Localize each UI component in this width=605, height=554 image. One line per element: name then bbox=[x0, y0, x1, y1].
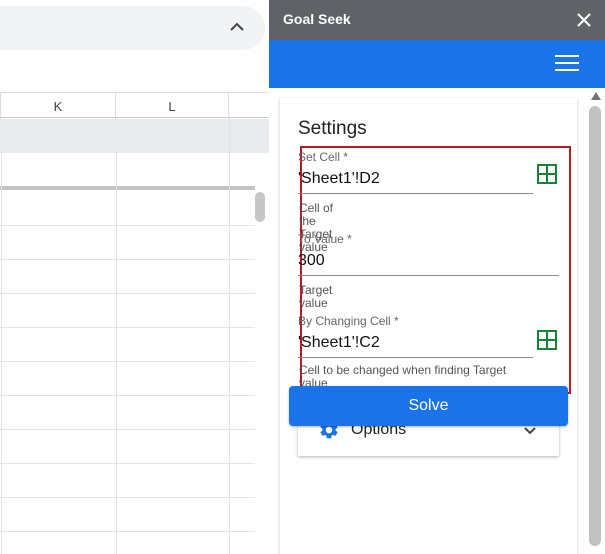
panel-scrollbar-thumb[interactable] bbox=[589, 106, 601, 546]
column-header-l[interactable]: L bbox=[116, 93, 229, 119]
grid-line bbox=[229, 118, 230, 554]
panel-scrollbar[interactable] bbox=[589, 92, 603, 554]
to-value-underline bbox=[298, 275, 559, 276]
scroll-up-arrow-icon[interactable] bbox=[591, 92, 601, 100]
grid-line bbox=[0, 395, 255, 396]
sheet-scrollbar-thumb[interactable] bbox=[255, 192, 265, 222]
freeze-divider[interactable] bbox=[0, 186, 255, 190]
goal-seek-panel: Goal Seek Settings Set Cell * 'Sheet1'!D… bbox=[269, 0, 605, 554]
to-value-field: To Value * 300 Target value bbox=[298, 232, 559, 310]
settings-card: Settings Set Cell * 'Sheet1'!D2 Cell of … bbox=[280, 98, 577, 554]
grid-line bbox=[0, 429, 255, 430]
grid-icon[interactable] bbox=[536, 329, 558, 351]
settings-heading: Settings bbox=[298, 118, 367, 139]
set-cell-label: Set Cell * bbox=[298, 150, 349, 164]
grid-line bbox=[0, 531, 255, 532]
chevron-down-icon bbox=[524, 427, 536, 435]
changing-cell-input[interactable]: 'Sheet1'!C2 bbox=[298, 334, 380, 352]
app-window: K L Goal Seek Settings Set Cell * 'Sheet… bbox=[0, 0, 605, 554]
grid-icon[interactable] bbox=[536, 163, 558, 185]
to-value-label: To Value * bbox=[298, 232, 352, 246]
to-value-help: Target value bbox=[299, 283, 333, 310]
set-cell-field: Set Cell * 'Sheet1'!D2 Cell of the Targe… bbox=[298, 150, 533, 254]
set-cell-input[interactable]: 'Sheet1'!D2 bbox=[298, 170, 380, 188]
column-header-k[interactable]: K bbox=[1, 93, 116, 119]
panel-title: Goal Seek bbox=[283, 11, 351, 27]
grid-line bbox=[0, 327, 255, 328]
grid-line bbox=[0, 497, 255, 498]
panel-toolbar bbox=[269, 40, 605, 88]
changing-cell-label: By Changing Cell * bbox=[298, 314, 399, 328]
grid-line bbox=[0, 463, 255, 464]
chevron-up-icon[interactable] bbox=[226, 16, 248, 38]
changing-cell-underline bbox=[298, 357, 533, 358]
spreadsheet-area: K L bbox=[0, 0, 269, 554]
changing-cell-field: By Changing Cell * 'Sheet1'!C2 Cell to b… bbox=[298, 314, 533, 390]
grid-line bbox=[1, 153, 2, 554]
set-cell-help: Cell of the Target value bbox=[299, 201, 334, 254]
column-header-row: K L bbox=[0, 92, 269, 119]
panel-titlebar: Goal Seek bbox=[269, 0, 605, 40]
close-icon[interactable] bbox=[573, 9, 595, 31]
grid-line bbox=[0, 259, 255, 260]
grid-line bbox=[0, 293, 255, 294]
hamburger-menu-icon[interactable] bbox=[555, 55, 579, 73]
grid-line bbox=[0, 225, 255, 226]
solve-button[interactable]: Solve bbox=[289, 386, 568, 426]
to-value-input[interactable]: 300 bbox=[298, 252, 325, 270]
set-cell-underline bbox=[298, 193, 533, 194]
grid-line bbox=[116, 153, 117, 554]
grid-line bbox=[0, 361, 255, 362]
